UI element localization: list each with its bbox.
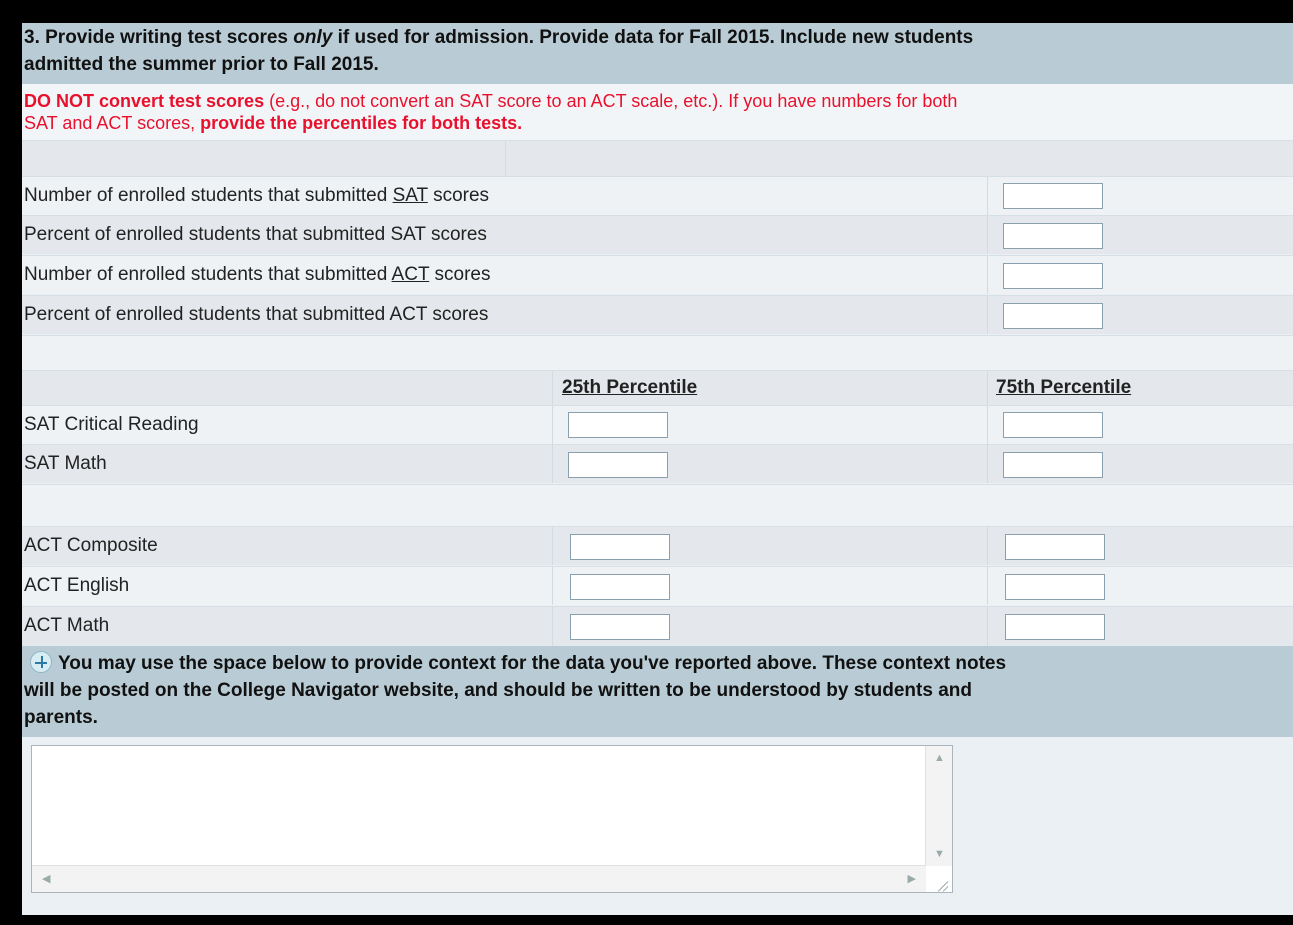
warning-text-2: SAT and ACT scores, [24,113,201,133]
sat-reading-75th-input[interactable] [1003,412,1103,438]
note-line3: parents. [24,707,98,728]
sat-math-25th-input[interactable] [568,452,668,478]
row-label: ACT Math [24,615,110,636]
context-note-header: You may use the space below to provide c… [22,646,1293,737]
scroll-up-icon[interactable]: ▲ [934,752,945,764]
spacer-row [22,335,1293,370]
note-line1: You may use the space below to provide c… [58,653,1007,674]
table-row: SAT Math [22,444,1293,483]
header-line1-post: if used for admission. Provide data for … [332,27,974,48]
col-header-75th: 75th Percentile [996,377,1132,398]
row-label: Number of enrolled students that submitt… [24,185,490,206]
act-math-75th-input[interactable] [1005,614,1105,640]
row-label: Number of enrolled students that submitt… [24,264,491,285]
warning-bold-2: provide the percentiles for both tests. [200,113,523,133]
spacer-row [22,484,1293,526]
admissions-form-panel: 3. Provide writing test scores only if u… [22,23,1293,915]
row-label: ACT Composite [24,535,158,556]
act-math-25th-input[interactable] [570,614,670,640]
context-notes-textarea[interactable]: ▲ ▼ ◀ ▶ [31,745,953,893]
act-submitted-percent-input[interactable] [1003,303,1103,329]
table-row: Percent of enrolled students that submit… [22,215,1293,254]
warning-bold-1: DO NOT convert test scores [24,91,265,111]
act-english-25th-input[interactable] [570,574,670,600]
table-row: Percent of enrolled students that submit… [22,295,1293,334]
sat-submitted-percent-input[interactable] [1003,223,1103,249]
header-line1-pre: 3. Provide writing test scores [24,27,294,48]
note-line2: will be posted on the College Navigator … [24,680,972,701]
horizontal-scrollbar[interactable]: ◀ ▶ [32,865,926,892]
table-row: Number of enrolled students that submitt… [22,176,1293,215]
table-row: ACT Composite [22,526,1293,565]
table-row: ACT Math [22,606,1293,646]
row-label: SAT Math [24,453,107,474]
target-icon [30,651,52,673]
row-label: Percent of enrolled students that submit… [24,224,487,245]
table-row: SAT Critical Reading [22,405,1293,444]
scroll-down-icon[interactable]: ▼ [934,848,945,860]
header-line2: admitted the summer prior to Fall 2015. [24,54,379,75]
conversion-warning: DO NOT convert test scores (e.g., do not… [22,84,1293,140]
section-header: 3. Provide writing test scores only if u… [22,23,1293,84]
row-label: ACT English [24,575,130,596]
sat-submitted-count-input[interactable] [1003,183,1103,209]
act-composite-75th-input[interactable] [1005,534,1105,560]
sat-math-75th-input[interactable] [1003,452,1103,478]
act-submitted-count-input[interactable] [1003,263,1103,289]
resize-grip-icon[interactable] [932,872,950,890]
header-emphasis: only [293,27,333,48]
row-label: Percent of enrolled students that submit… [24,304,489,325]
act-english-75th-input[interactable] [1005,574,1105,600]
vertical-scrollbar[interactable]: ▲ ▼ [925,746,952,866]
scroll-left-icon[interactable]: ◀ [42,873,50,885]
warning-text-1: (e.g., do not convert an SAT score to an… [264,91,958,111]
col-header-25th: 25th Percentile [562,377,698,398]
percentile-header-row: 25th Percentile 75th Percentile [22,370,1293,405]
row-label: SAT Critical Reading [24,414,199,435]
scroll-right-icon[interactable]: ▶ [908,873,916,885]
act-composite-25th-input[interactable] [570,534,670,560]
sat-reading-25th-input[interactable] [568,412,668,438]
spacer-row [22,140,1293,176]
table-row: Number of enrolled students that submitt… [22,255,1293,294]
table-row: ACT English [22,566,1293,605]
